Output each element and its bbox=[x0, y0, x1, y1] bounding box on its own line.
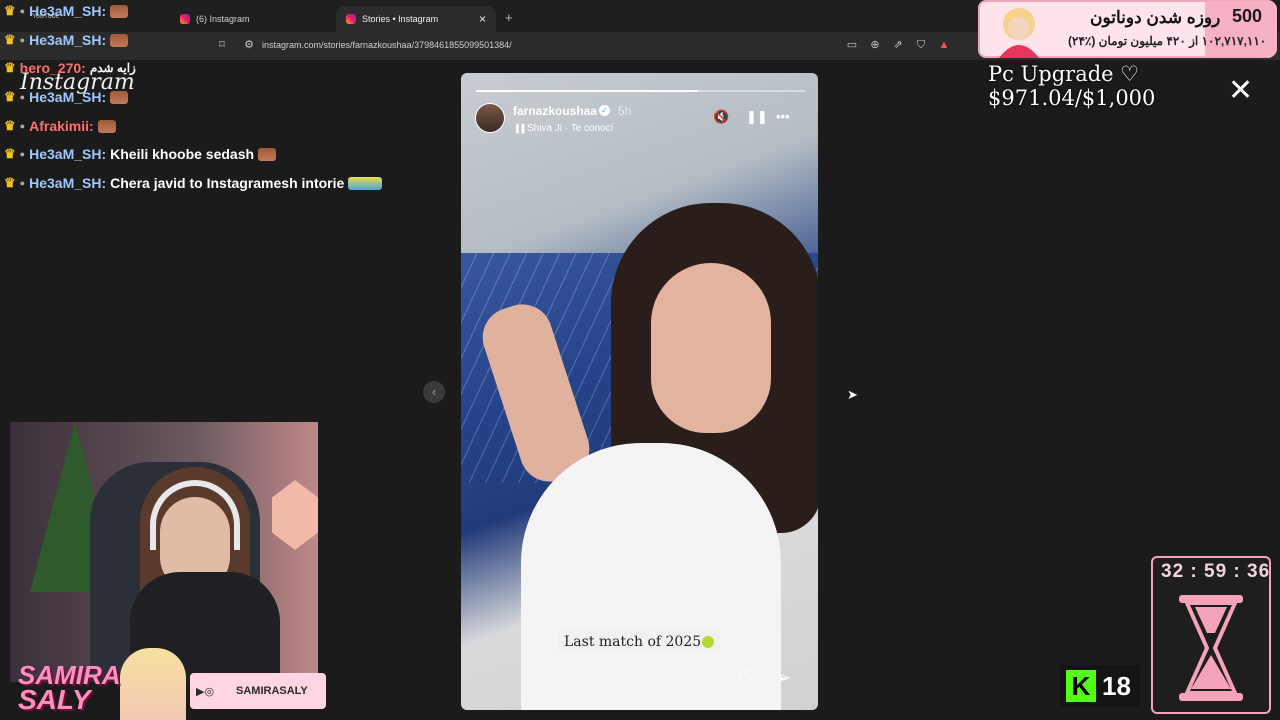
emote-icon bbox=[110, 90, 129, 104]
cast-icon[interactable]: ▭ bbox=[845, 38, 859, 52]
story-username[interactable]: farnazkoushaa bbox=[513, 104, 597, 118]
story-music[interactable]: Shiva Ji · Te conocí bbox=[527, 123, 614, 134]
chat-message: ♛ hero_270: زایه شدم bbox=[4, 60, 136, 76]
donation-title: روزه شدن دوناتون bbox=[1090, 8, 1221, 27]
chat-username: He3aM_SH: bbox=[29, 146, 107, 162]
chat-text: زایه شدم bbox=[89, 61, 136, 75]
mic-icon: ● bbox=[19, 35, 26, 45]
caption-text: Last match of 2025 bbox=[564, 634, 702, 650]
emote-icon bbox=[110, 33, 129, 47]
timer-text: 32 : 59 : 36 bbox=[1161, 561, 1271, 582]
crown-icon: ♛ bbox=[4, 32, 16, 47]
chat-username: Afrakimii: bbox=[29, 118, 94, 134]
emote-icon bbox=[110, 4, 129, 18]
share-icon[interactable]: ➢ bbox=[775, 665, 792, 690]
bookmark-icon[interactable]: ⌑ bbox=[215, 38, 229, 52]
chat-username: He3aM_SH: bbox=[29, 175, 107, 191]
zoom-icon[interactable]: ⊕ bbox=[868, 38, 882, 52]
streamer-avatar-icon bbox=[120, 648, 186, 720]
crown-icon: ♛ bbox=[4, 89, 16, 104]
mic-icon: ● bbox=[19, 121, 26, 131]
mute-icon[interactable]: 🔇 bbox=[713, 109, 729, 125]
tab-stories[interactable]: Stories • Instagram × bbox=[336, 6, 496, 32]
streamer-handle: SAMIRASALY bbox=[236, 685, 308, 697]
previous-story-button[interactable]: ‹ bbox=[423, 381, 445, 403]
story-progress-bar bbox=[476, 90, 806, 92]
mic-icon: ● bbox=[19, 92, 26, 102]
chat-message: ♛ ● He3aM_SH: bbox=[4, 32, 129, 48]
extension-icon[interactable]: ▲ bbox=[937, 38, 951, 52]
shield-icon[interactable]: ⛉ bbox=[914, 38, 928, 52]
story-progress-fill bbox=[476, 90, 698, 92]
story-time: 5h bbox=[618, 104, 632, 118]
tab-label: Stories • Instagram bbox=[362, 14, 439, 24]
mic-icon: ● bbox=[19, 178, 26, 188]
crown-icon: ♛ bbox=[4, 146, 16, 161]
story-caption: Last match of 2025 bbox=[558, 630, 721, 654]
donation-character-icon bbox=[999, 8, 1039, 58]
tab-instagram[interactable]: (6) Instagram bbox=[170, 6, 330, 32]
like-icon[interactable]: ♡ bbox=[736, 665, 756, 691]
chat-message: ♛ ● Afrakimii: bbox=[4, 118, 116, 134]
story-viewer[interactable]: farnazkoushaa ✓ 5h ▐▐ Shiva Ji · Te cono… bbox=[461, 73, 818, 710]
tab-label: (6) Instagram bbox=[196, 14, 250, 24]
emote-icon bbox=[348, 176, 383, 190]
streamer-name-line2: SALY bbox=[18, 684, 91, 715]
story-photo-face bbox=[651, 263, 771, 433]
viewer-count: 18 bbox=[1102, 671, 1131, 701]
crown-icon: ♛ bbox=[4, 118, 16, 133]
chat-message: ♛ ● He3aM_SH: Kheili khoobe sedash bbox=[4, 146, 277, 162]
emote-icon bbox=[258, 147, 277, 161]
share-page-icon[interactable]: ⇗ bbox=[891, 38, 905, 52]
hourglass-icon bbox=[1179, 595, 1243, 701]
youtube-instagram-icon: ▶◎ bbox=[196, 686, 215, 698]
more-options-icon[interactable]: ••• bbox=[776, 109, 790, 124]
site-info-icon[interactable]: ⚙ bbox=[242, 38, 256, 52]
instagram-favicon-icon bbox=[346, 14, 356, 24]
donation-amount: 500 bbox=[1232, 6, 1263, 26]
new-tab-button[interactable]: + bbox=[505, 10, 513, 25]
webcam-feed bbox=[10, 422, 318, 682]
close-tab-icon[interactable]: × bbox=[479, 12, 486, 26]
avatar[interactable] bbox=[475, 103, 505, 133]
goal-text: Pc Upgrade ♡ $971.04/$1,000 bbox=[988, 62, 1156, 110]
donation-subtitle: ۱۰۲,۷۱۷,۱۱۰ از ۴۲۰ میلیون تومان (٪۲۴) bbox=[1068, 34, 1267, 48]
chat-text: Chera javid to Instagramesh intorie bbox=[110, 175, 345, 191]
music-icon: ▐▐ bbox=[513, 124, 525, 133]
mic-icon: ● bbox=[19, 149, 26, 159]
chat-username: hero_270: bbox=[19, 60, 86, 76]
chat-message: ♛ ● He3aM_SH: Chera javid to Instagramesh… bbox=[4, 175, 383, 191]
chat-username: He3aM_SH: bbox=[29, 89, 107, 105]
chat-text: Kheili khoobe sedash bbox=[110, 146, 255, 162]
crown-icon: ♛ bbox=[4, 3, 16, 18]
chat-username: He3aM_SH: bbox=[29, 3, 107, 19]
cursor-icon: ➤ bbox=[847, 387, 858, 402]
pause-icon[interactable]: ❚❚ bbox=[746, 109, 768, 125]
instagram-favicon-icon bbox=[180, 14, 190, 24]
url-field[interactable]: instagram.com/stories/farnazkoushaa/3798… bbox=[262, 40, 512, 50]
crown-icon: ♛ bbox=[4, 175, 16, 190]
tennis-ball-icon bbox=[702, 636, 715, 648]
crown-icon: ♛ bbox=[4, 60, 16, 75]
chat-message: ♛ ● He3aM_SH: bbox=[4, 89, 129, 105]
verified-icon: ✓ bbox=[599, 105, 610, 116]
chat-message: ♛ ● He3aM_SH: bbox=[4, 3, 129, 19]
chat-username: He3aM_SH: bbox=[29, 32, 107, 48]
emote-icon bbox=[97, 119, 116, 133]
hexagon-light bbox=[272, 480, 318, 550]
mic-icon: ● bbox=[19, 6, 26, 16]
kick-logo-icon: K bbox=[1066, 670, 1096, 702]
